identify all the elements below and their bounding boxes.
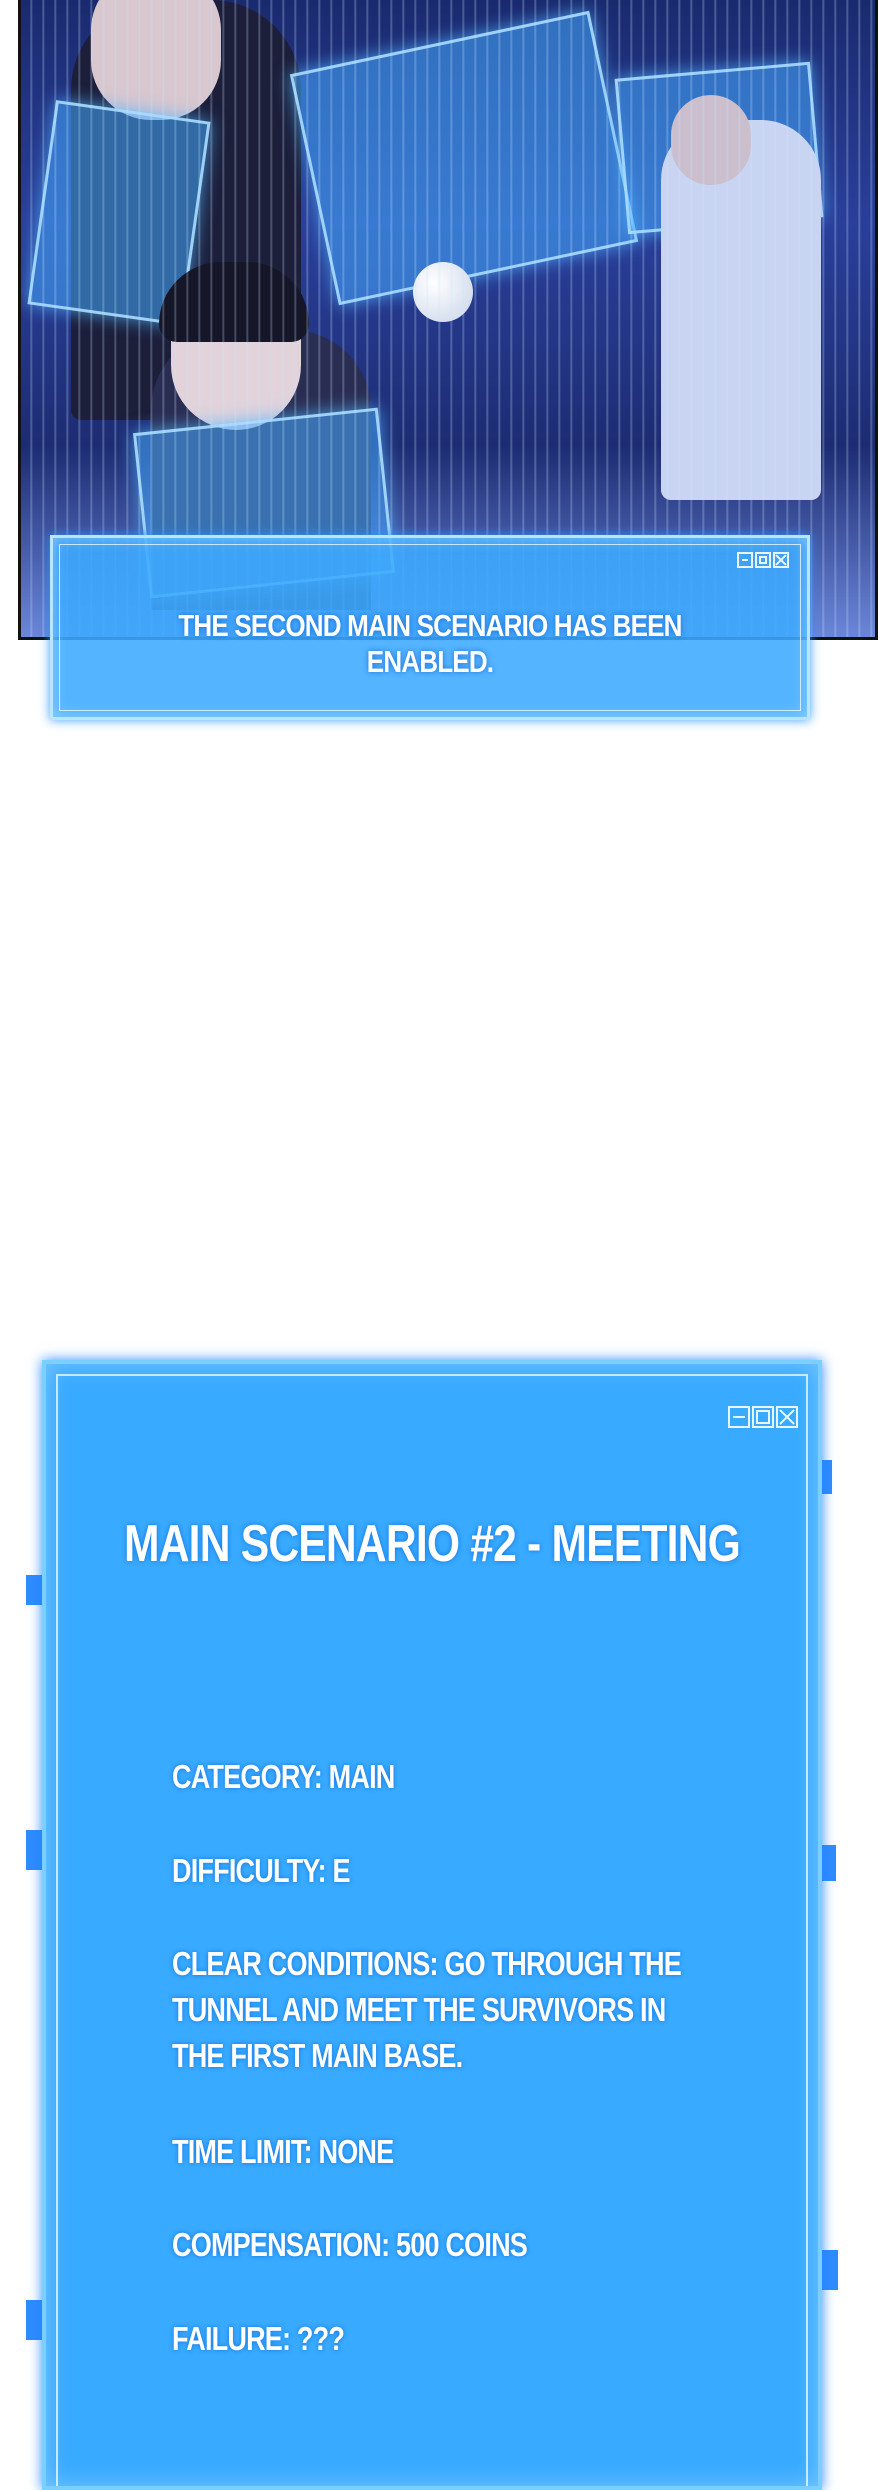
pixel-decoration <box>26 1575 42 1605</box>
scenario-title: MAIN SCENARIO #2 - MEETING <box>124 1515 741 1573</box>
maximize-icon <box>752 1406 774 1428</box>
window-controls <box>728 1406 798 1428</box>
pixel-decoration <box>26 1830 42 1870</box>
scenario-time-limit: TIME LIMIT: NONE <box>172 2133 394 2170</box>
close-icon <box>773 552 789 568</box>
main-scenario-window: MAIN SCENARIO #2 - MEETING CATEGORY: MAI… <box>42 1360 822 2490</box>
scenario-category: CATEGORY: MAIN <box>172 1758 395 1795</box>
scenario-clear-conditions: CLEAR CONDITIONS: GO THROUGH THE TUNNEL … <box>172 1945 682 2074</box>
window-controls <box>737 552 789 568</box>
minimize-icon <box>728 1406 750 1428</box>
scenario-failure: FAILURE: ??? <box>172 2320 345 2357</box>
minimize-icon <box>737 552 753 568</box>
pixel-decoration <box>26 2300 42 2340</box>
maximize-icon <box>755 552 771 568</box>
scenario-compensation: COMPENSATION: 500 COINS <box>172 2226 528 2263</box>
system-notice-window: THE SECOND MAIN SCENARIO HAS BEEN ENABLE… <box>50 535 810 720</box>
scenario-difficulty: DIFFICULTY: E <box>172 1852 351 1889</box>
notice-message: THE SECOND MAIN SCENARIO HAS BEEN ENABLE… <box>178 608 682 679</box>
close-icon <box>776 1406 798 1428</box>
